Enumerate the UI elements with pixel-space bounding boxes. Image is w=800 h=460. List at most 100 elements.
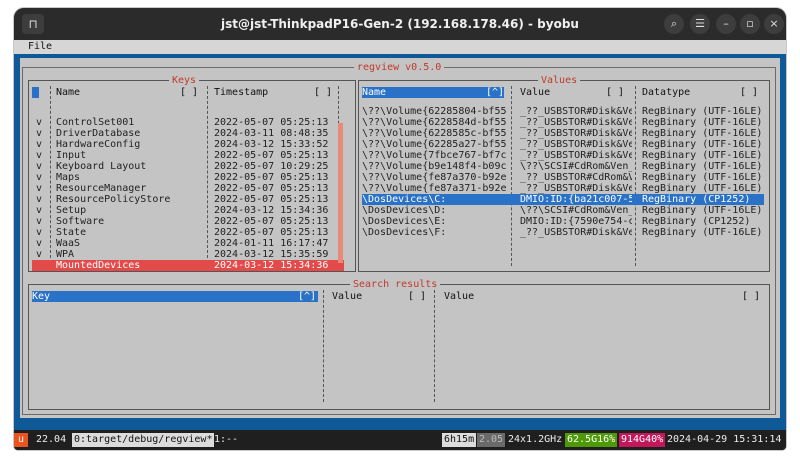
value-datatype[interactable]: RegBinary (UTF-16LE)	[642, 161, 766, 172]
value-data[interactable]: _??_USBSTOR#Disk&Ve	[520, 227, 632, 238]
menu-file[interactable]: File	[28, 40, 52, 54]
key-name[interactable]: Maps	[56, 172, 204, 183]
key-expand-flag[interactable]: v	[36, 172, 42, 183]
value-datatype[interactable]: RegBinary (UTF-16LE)	[642, 150, 766, 161]
search-value1-header[interactable]: Value	[332, 291, 362, 302]
key-expand-flag[interactable]: v	[36, 183, 42, 194]
keys-flag-column-header[interactable]	[32, 87, 39, 98]
value-datatype[interactable]: RegBinary (UTF-16LE)	[642, 128, 766, 139]
key-timestamp[interactable]: 2022-05-07 05:25:13	[214, 183, 334, 194]
value-name[interactable]: \DosDevices\C:	[362, 194, 508, 205]
value-datatype[interactable]: RegBinary (UTF-16LE)	[642, 117, 766, 128]
key-expand-flag[interactable]: v	[36, 238, 42, 249]
active-window-tab[interactable]: 0:target/debug/regview*	[72, 433, 215, 447]
keys-name-sort-box[interactable]: [ ]	[180, 87, 198, 98]
value-data[interactable]: _??_USBSTOR#Disk&Ve	[520, 183, 632, 194]
values-name-sort-box[interactable]: [^]	[486, 87, 504, 98]
values-name-header[interactable]: Name	[362, 87, 504, 98]
keys-name-header[interactable]: Name	[56, 87, 80, 98]
value-data[interactable]: DMIO:ID:{7590e754-c	[520, 216, 632, 227]
key-name[interactable]: DriverDatabase	[56, 128, 204, 139]
key-timestamp[interactable]: 2022-05-07 05:25:13	[214, 172, 334, 183]
keys-timestamp-header[interactable]: Timestamp	[214, 87, 268, 98]
value-name[interactable]: \DosDevices\F:	[362, 227, 508, 238]
key-timestamp[interactable]: 2024-03-12 15:35:59	[214, 249, 334, 260]
key-timestamp[interactable]: 2024-03-12 15:34:36	[214, 205, 334, 216]
key-timestamp[interactable]: 2022-05-07 10:29:25	[214, 161, 334, 172]
key-name[interactable]: WaaS	[56, 238, 204, 249]
key-expand-flag[interactable]: v	[36, 227, 42, 238]
key-expand-flag[interactable]: v	[36, 150, 42, 161]
value-data[interactable]: DMIO:ID:{ba21c007-5	[520, 194, 632, 205]
key-name[interactable]: Keyboard Layout	[56, 161, 204, 172]
keys-scrollbar-thumb[interactable]	[338, 123, 343, 263]
key-timestamp[interactable]: 2022-05-07 05:25:13	[214, 117, 334, 128]
key-expand-flag[interactable]: v	[36, 216, 42, 227]
value-name[interactable]: \DosDevices\E:	[362, 216, 508, 227]
value-data[interactable]: _??_USBSTOR#Disk&Ve	[520, 128, 632, 139]
values-value-sort-box[interactable]: [ ]	[606, 87, 624, 98]
values-value-header[interactable]: Value	[520, 87, 550, 98]
key-expand-flag[interactable]: v	[36, 249, 42, 260]
value-data[interactable]: _??_USBSTOR#Disk&Ve	[520, 117, 632, 128]
value-datatype[interactable]: RegBinary (UTF-16LE)	[642, 227, 766, 238]
search-key-header[interactable]: Key	[32, 291, 318, 302]
key-name[interactable]: ResourceManager	[56, 183, 204, 194]
key-name[interactable]: Setup	[56, 205, 204, 216]
key-name[interactable]: MountedDevices	[56, 260, 204, 271]
value-datatype[interactable]: RegBinary (UTF-16LE)	[642, 205, 766, 216]
key-name[interactable]: HardwareConfig	[56, 139, 204, 150]
value-data[interactable]: _??_USBSTOR#CdRom&V	[520, 172, 632, 183]
maximize-icon[interactable]: ▫	[740, 14, 760, 34]
window-tab-1[interactable]: 1:--	[212, 433, 240, 447]
search-key-sort-box[interactable]: [^]	[298, 291, 316, 302]
value-datatype[interactable]: RegBinary (UTF-16LE)	[642, 106, 766, 117]
value-name[interactable]: \??\Volume{6228585c-bf55-	[362, 128, 508, 139]
values-datatype-header[interactable]: Datatype	[642, 87, 690, 98]
hamburger-menu-icon[interactable]: ☰	[690, 14, 710, 34]
key-name[interactable]: ResourcePolicyStore	[56, 194, 204, 205]
value-datatype[interactable]: RegBinary (UTF-16LE)	[642, 172, 766, 183]
search-icon[interactable]: ⌕	[664, 14, 684, 34]
value-name[interactable]: \??\Volume{7fbce767-bf7c-	[362, 150, 508, 161]
key-timestamp[interactable]: 2024-03-11 08:48:35	[214, 128, 334, 139]
key-expand-flag[interactable]: v	[36, 139, 42, 150]
value-name[interactable]: \??\Volume{62285a27-bf55-	[362, 139, 508, 150]
key-name[interactable]: ControlSet001	[56, 117, 204, 128]
value-datatype[interactable]: RegBinary (CP1252)	[642, 216, 766, 227]
key-timestamp[interactable]: 2022-05-07 05:25:13	[214, 194, 334, 205]
keys-timestamp-sort-box[interactable]: [ ]	[314, 87, 332, 98]
key-timestamp[interactable]: 2024-01-11 16:17:47	[214, 238, 334, 249]
key-expand-flag[interactable]: v	[36, 128, 42, 139]
key-timestamp[interactable]: 2022-05-07 05:25:13	[214, 227, 334, 238]
key-expand-flag[interactable]: v	[36, 205, 42, 216]
key-expand-flag[interactable]: v	[36, 161, 42, 172]
value-datatype[interactable]: RegBinary (UTF-16LE)	[642, 139, 766, 150]
value-data[interactable]: _??_USBSTOR#Disk&Ve	[520, 139, 632, 150]
key-name[interactable]: State	[56, 227, 204, 238]
value-datatype[interactable]: RegBinary (UTF-16LE)	[642, 183, 766, 194]
value-data[interactable]: _??_USBSTOR#Disk&Ve	[520, 106, 632, 117]
value-datatype[interactable]: RegBinary (CP1252)	[642, 194, 766, 205]
search-value2-header[interactable]: Value	[444, 291, 474, 302]
key-timestamp[interactable]: 2024-03-12 15:33:52	[214, 139, 334, 150]
value-name[interactable]: \??\Volume{6228584d-bf55-	[362, 117, 508, 128]
key-expand-flag[interactable]: v	[36, 194, 42, 205]
value-data[interactable]: _??_USBSTOR#Disk&Ve	[520, 150, 632, 161]
key-name[interactable]: WPA	[56, 249, 204, 260]
value-name[interactable]: \??\Volume{b9e148f4-b09c-	[362, 161, 508, 172]
search-value1-sort-box[interactable]: [ ]	[408, 291, 426, 302]
search-value2-sort-box[interactable]: [ ]	[742, 291, 760, 302]
key-timestamp[interactable]: 2022-05-07 05:25:13	[214, 150, 334, 161]
value-data[interactable]: \??\SCSI#CdRom&Ven_	[520, 205, 632, 216]
values-datatype-sort-box[interactable]: [ ]	[740, 87, 758, 98]
key-name[interactable]: Software	[56, 216, 204, 227]
value-data[interactable]: \??\SCSI#CdRom&Ven_	[520, 161, 632, 172]
close-icon[interactable]: ×	[764, 14, 784, 34]
minimize-icon[interactable]: –	[716, 14, 736, 34]
value-name[interactable]: \??\Volume{fe87a370-b92e-	[362, 172, 508, 183]
key-timestamp[interactable]: 2024-03-12 15:34:36	[214, 260, 334, 271]
key-timestamp[interactable]: 2022-05-07 05:25:13	[214, 216, 334, 227]
value-name[interactable]: \??\Volume{fe87a371-b92e-	[362, 183, 508, 194]
value-name[interactable]: \??\Volume{62285804-bf55-	[362, 106, 508, 117]
